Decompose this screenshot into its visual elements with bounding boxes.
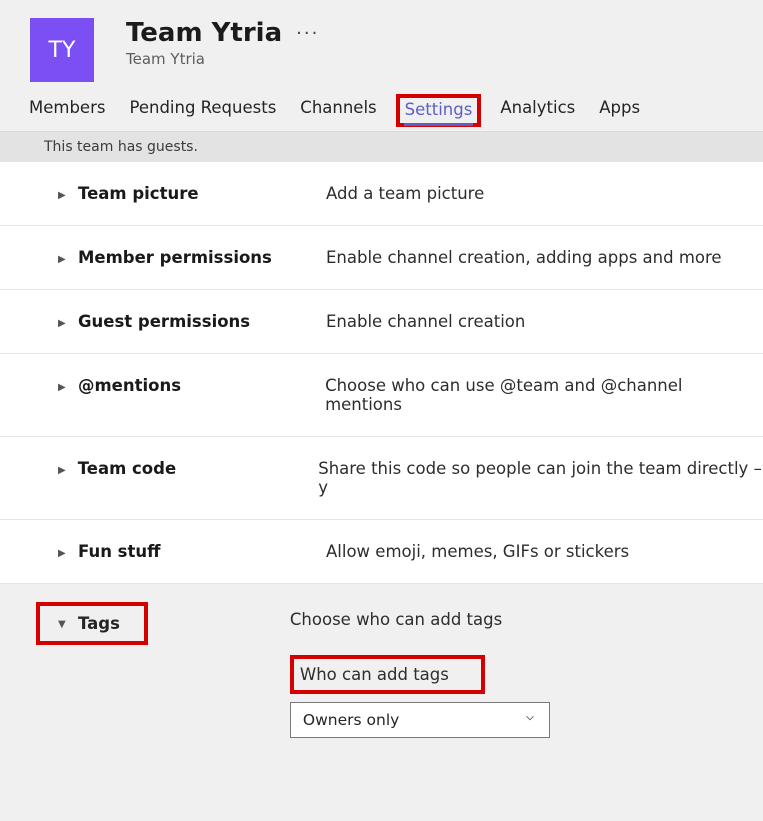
settings-list: ▶ Team picture Add a team picture ▶ Memb… xyxy=(0,162,763,738)
section-desc: Enable channel creation xyxy=(326,312,525,331)
section-team-picture[interactable]: ▶ Team picture Add a team picture xyxy=(0,162,763,226)
chevron-right-icon[interactable]: ▶ xyxy=(58,382,68,393)
highlight-tags-header: ▼ Tags xyxy=(36,602,148,645)
chevron-right-icon[interactable]: ▶ xyxy=(58,465,68,476)
section-desc: Add a team picture xyxy=(326,184,484,203)
section-desc: Choose who can add tags xyxy=(290,610,550,629)
guests-banner: This team has guests. xyxy=(0,131,763,162)
section-guest-permissions[interactable]: ▶ Guest permissions Enable channel creat… xyxy=(0,290,763,354)
who-can-add-tags-select[interactable]: Owners only xyxy=(290,702,550,738)
section-member-permissions[interactable]: ▶ Member permissions Enable channel crea… xyxy=(0,226,763,290)
section-title: Fun stuff xyxy=(78,542,326,561)
section-title: Member permissions xyxy=(78,248,326,267)
select-value: Owners only xyxy=(303,711,399,729)
highlight-who-can-add-tags: Who can add tags xyxy=(290,655,485,694)
section-title: @mentions xyxy=(78,376,325,395)
tabs-bar: Members Pending Requests Channels Settin… xyxy=(0,96,763,131)
section-fun-stuff[interactable]: ▶ Fun stuff Allow emoji, memes, GIFs or … xyxy=(0,520,763,584)
chevron-right-icon[interactable]: ▶ xyxy=(58,318,68,329)
section-mentions[interactable]: ▶ @mentions Choose who can use @team and… xyxy=(0,354,763,437)
tab-apps[interactable]: Apps xyxy=(598,96,641,123)
section-desc: Share this code so people can join the t… xyxy=(318,459,763,497)
team-subtitle: Team Ytria xyxy=(126,50,319,68)
section-title: Team picture xyxy=(78,184,326,203)
section-title: Tags xyxy=(78,614,120,633)
section-desc: Allow emoji, memes, GIFs or stickers xyxy=(326,542,629,561)
team-title: Team Ytria xyxy=(126,18,282,48)
chevron-right-icon[interactable]: ▶ xyxy=(58,548,68,559)
section-title: Guest permissions xyxy=(78,312,326,331)
section-title: Team code xyxy=(78,459,319,478)
tab-analytics[interactable]: Analytics xyxy=(499,96,576,123)
tags-sub-label: Who can add tags xyxy=(300,665,449,684)
section-desc: Enable channel creation, adding apps and… xyxy=(326,248,722,267)
chevron-right-icon[interactable]: ▶ xyxy=(58,190,68,201)
section-team-code[interactable]: ▶ Team code Share this code so people ca… xyxy=(0,437,763,520)
section-desc: Choose who can use @team and @channel me… xyxy=(325,376,763,414)
more-options-button[interactable]: ··· xyxy=(296,23,319,44)
section-tags[interactable]: ▼ Tags Choose who can add tags Who can a… xyxy=(0,584,763,738)
chevron-down-icon[interactable]: ▼ xyxy=(58,619,68,630)
tab-settings[interactable]: Settings xyxy=(404,98,474,121)
team-avatar: TY xyxy=(30,18,94,82)
tab-pending-requests[interactable]: Pending Requests xyxy=(128,96,277,123)
tab-channels[interactable]: Channels xyxy=(299,96,377,123)
chevron-down-icon xyxy=(523,711,537,729)
tab-members[interactable]: Members xyxy=(28,96,106,123)
chevron-right-icon[interactable]: ▶ xyxy=(58,254,68,265)
